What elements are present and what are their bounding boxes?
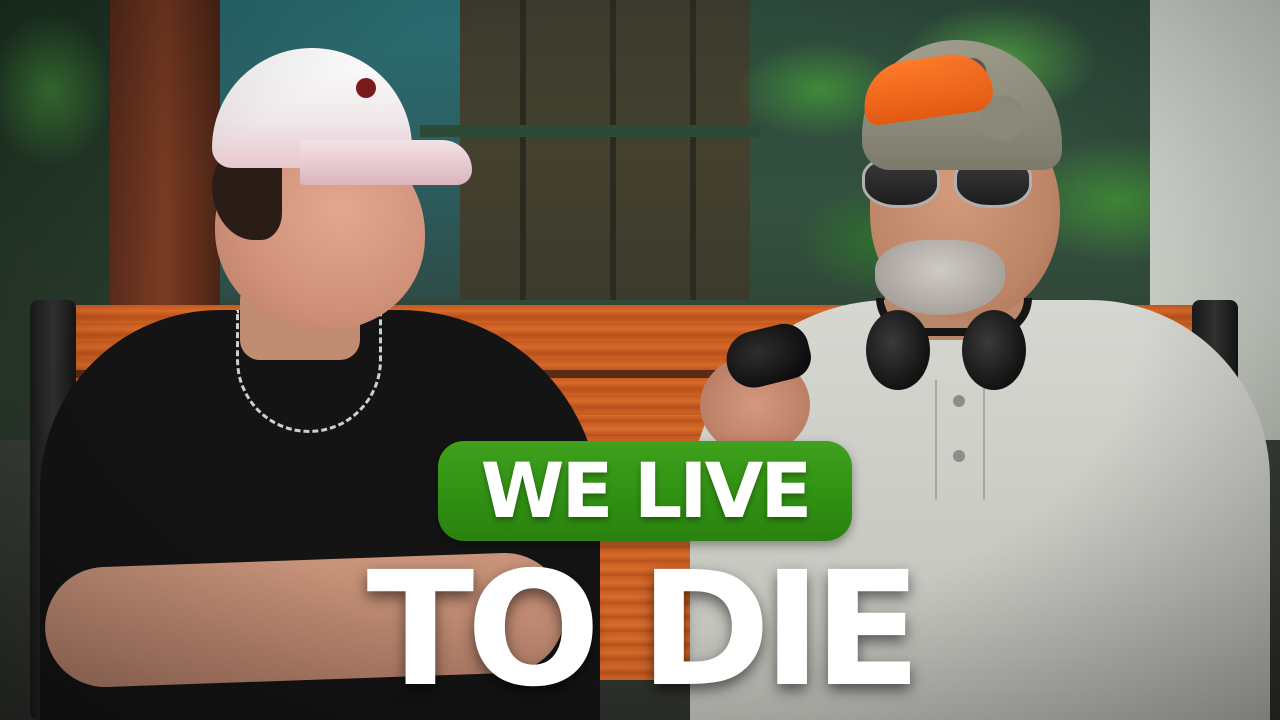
thumbnail-scene: WE LIVE TO DIE — [0, 0, 1280, 720]
headline-top-text: WE LIVE — [480, 446, 813, 535]
door-frame-line — [520, 0, 526, 300]
polo-button — [953, 450, 965, 462]
headphone-earcup-left — [866, 310, 930, 390]
headline-pill: WE LIVE — [438, 441, 852, 541]
cap-brim — [300, 140, 472, 185]
door-frame-line — [610, 0, 616, 300]
door-frame-line — [690, 0, 696, 300]
headphones-icon — [866, 298, 1032, 398]
headphone-earcup-right — [962, 310, 1026, 390]
cap-logo — [356, 78, 376, 98]
headline-bottom-text: TO DIE — [366, 538, 922, 720]
background-pillar — [110, 0, 220, 320]
